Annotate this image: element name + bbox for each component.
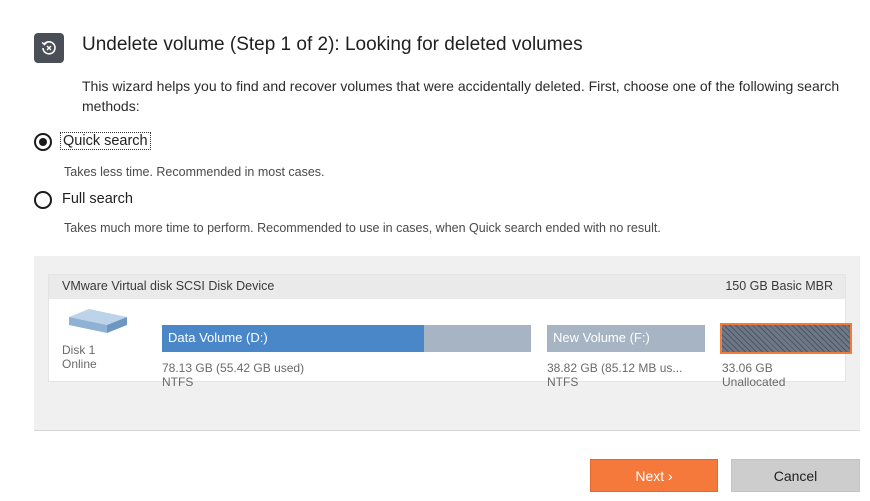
next-button[interactable]: Next ›: [590, 459, 718, 492]
cancel-button[interactable]: Cancel: [731, 459, 860, 492]
partition-new-volume[interactable]: New Volume (F:): [547, 325, 705, 352]
disk-size-type: 150 GB Basic MBR: [725, 279, 833, 293]
partition-size-info: 78.13 GB (55.42 GB used): [162, 361, 305, 375]
partition-size-info: 38.82 GB (85.12 MB us...: [547, 361, 683, 375]
full-search-label[interactable]: Full search: [62, 191, 133, 207]
partition-data-volume[interactable]: Data Volume (D:): [162, 325, 531, 352]
unallocated-label: Unallocated: [722, 375, 786, 389]
dialog-title: Undelete volume (Step 1 of 2): Looking f…: [82, 34, 583, 55]
undelete-volume-dialog: Undelete volume (Step 1 of 2): Looking f…: [0, 0, 870, 501]
quick-search-radio[interactable]: [34, 133, 52, 151]
wizard-intro-text: This wizard helps you to find and recove…: [82, 78, 840, 114]
quick-search-description: Takes less time. Recommended in most cas…: [64, 165, 325, 179]
disk-map-area: VMware Virtual disk SCSI Disk Device 150…: [34, 256, 860, 431]
partition-name: New Volume (F:): [553, 330, 650, 345]
disk-number: Disk 1: [62, 343, 96, 357]
disk-device-name: VMware Virtual disk SCSI Disk Device: [62, 279, 275, 293]
disk-header: VMware Virtual disk SCSI Disk Device 150…: [49, 275, 845, 299]
unallocated-size: 33.06 GB: [722, 361, 773, 375]
partition-name: Data Volume (D:): [168, 330, 268, 345]
full-search-description: Takes much more time to perform. Recomme…: [64, 221, 661, 235]
undelete-restore-icon: [34, 33, 64, 63]
unallocated-space-block[interactable]: [720, 323, 852, 354]
partition-filesystem: NTFS: [547, 375, 579, 389]
disk-card[interactable]: VMware Virtual disk SCSI Disk Device 150…: [48, 274, 852, 389]
disk-status: Online: [62, 357, 97, 371]
quick-search-label[interactable]: Quick search: [60, 132, 151, 150]
partition-filesystem: NTFS: [162, 375, 194, 389]
hard-disk-icon: [67, 307, 129, 340]
full-search-radio[interactable]: [34, 191, 52, 209]
